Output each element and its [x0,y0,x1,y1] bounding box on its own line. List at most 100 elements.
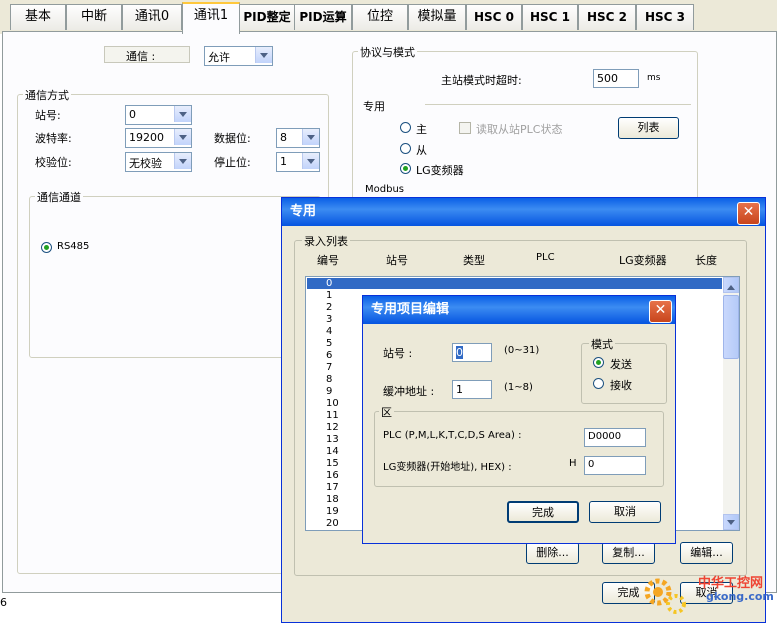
list-item[interactable]: 17 [326,482,339,493]
comm-mode-title: 通信方式 [23,87,71,103]
master-timeout-unit: ms [647,73,661,83]
list-item[interactable]: 14 [326,446,339,457]
baud-select[interactable]: 19200 [125,128,192,148]
tab-hsc2[interactable]: HSC 2 [578,4,636,30]
stopbits-label: 停止位: [214,156,251,169]
mode-receive-radio[interactable] [593,378,604,389]
separator [425,104,691,105]
mode-receive-label: 接收 [610,379,632,392]
stopbits-select[interactable]: 1 [276,152,320,172]
list-item[interactable]: 20 [326,518,339,529]
list-item[interactable]: 4 [326,326,332,337]
selected-row-highlight [307,278,722,289]
list-item[interactable]: 11 [326,410,339,421]
edit-dialog-titlebar: 专用项目编辑 [363,296,675,324]
list-item[interactable]: 6 [326,350,332,361]
edit-cancel-button[interactable]: 取消 [589,501,661,523]
list-button[interactable]: 列表 [618,117,679,139]
parity-value: 无校验 [129,157,162,170]
tab-basic[interactable]: 基本 [10,4,66,30]
list-item[interactable]: 10 [326,398,339,409]
master-timeout-input[interactable]: 500 [593,69,639,88]
comm-enable-label: 通信 : [126,50,156,63]
plc-area-input[interactable]: D0000 [584,428,646,447]
chevron-down-icon[interactable] [174,129,191,145]
master-radio[interactable] [400,122,411,133]
chevron-down-icon[interactable] [174,106,191,122]
mode-send-radio[interactable] [593,357,604,368]
tab-pid-calc[interactable]: PID运算 [294,4,352,30]
tab-pid-tuning[interactable]: PID整定 [239,4,295,30]
databits-label: 数据位: [214,132,251,145]
comm-enable-select[interactable]: 允许 [204,46,273,66]
dedicated-dialog-title: 专用 [290,204,317,219]
edit-station-input[interactable]: 0 [452,343,492,362]
chevron-down-icon[interactable] [174,153,191,169]
edit-button[interactable]: 编辑... [680,542,733,564]
tab-comm0[interactable]: 通讯0 [122,4,182,30]
read-slave-status-checkbox[interactable] [459,122,471,134]
list-item[interactable]: 8 [326,374,332,385]
lg-inverter-label: LG变频器 [416,164,464,177]
databits-select[interactable]: 8 [276,128,320,148]
col-lg-inverter: LG变频器 [619,254,667,267]
station-select[interactable]: 0 [125,105,192,125]
close-icon[interactable]: ✕ [649,300,672,323]
parity-label: 校验位: [35,156,72,169]
list-item[interactable]: 3 [326,314,332,325]
chevron-down-icon[interactable] [255,47,272,63]
slave-radio[interactable] [400,143,411,154]
tab-hsc0[interactable]: HSC 0 [466,4,522,30]
list-item[interactable]: 16 [326,470,339,481]
lg-inverter-radio[interactable] [400,163,411,174]
tab-hsc1[interactable]: HSC 1 [522,4,578,30]
list-item[interactable]: 5 [326,338,332,349]
lg-start-input[interactable]: 0 [584,456,646,475]
list-item[interactable]: 9 [326,386,332,397]
tab-hsc3[interactable]: HSC 3 [636,4,694,30]
list-item[interactable]: 7 [326,362,332,373]
stopbits-value: 1 [280,155,287,168]
edit-dialog: 专用项目编辑 ✕ 站号 : 0 (0~31) 缓冲地址 : 1 (1~8) 模式… [362,295,676,544]
list-item[interactable]: 12 [326,422,339,433]
slave-radio-label: 从 [416,144,427,157]
modbus-label: Modbus [365,184,404,195]
tab-comm1[interactable]: 通讯1 [182,2,240,34]
scroll-down-icon[interactable] [723,514,739,530]
edit-station-value: 0 [456,346,463,359]
footer-fragment: 6 [0,596,7,609]
tab-bar: 基本 中断 通讯0 通讯1 PID整定 PID运算 位控 模拟量 HSC 0 H… [0,0,777,34]
chevron-down-icon[interactable] [302,153,319,169]
list-item[interactable]: 0 [326,278,332,289]
copy-button[interactable]: 复制... [602,542,655,564]
list-item[interactable]: 1 [326,290,332,301]
tab-interrupt[interactable]: 中断 [66,4,122,30]
mode-title: 模式 [589,336,615,352]
edit-buffer-input[interactable]: 1 [452,380,492,399]
list-item[interactable]: 15 [326,458,339,469]
rs485-radio[interactable] [41,242,52,253]
plc-area-value: D0000 [588,431,622,442]
chevron-down-icon[interactable] [302,129,319,145]
edit-finish-button[interactable]: 完成 [507,501,579,523]
col-length: 长度 [695,254,717,267]
edit-station-label: 站号 : [383,347,413,360]
tab-analog[interactable]: 模拟量 [408,4,466,30]
watermark-text: 中华工控网 [698,576,764,591]
list-item[interactable]: 19 [326,506,339,517]
parity-select[interactable]: 无校验 [125,152,192,172]
list-item[interactable]: 2 [326,302,332,313]
tab-position[interactable]: 位控 [352,4,408,30]
scroll-up-icon[interactable] [723,277,739,293]
list-item[interactable]: 13 [326,434,339,445]
area-title: 区 [379,404,394,420]
edit-station-range: (0~31) [504,345,540,356]
dedicated-dialog-titlebar: 专用 [282,198,765,226]
vertical-scrollbar[interactable] [723,277,739,530]
delete-button[interactable]: 删除... [526,542,579,564]
list-item[interactable]: 18 [326,494,339,505]
close-icon[interactable]: ✕ [737,202,760,225]
baud-label: 波特率: [35,132,72,145]
lg-start-label: LG变频器(开始地址), HEX) : [383,462,512,473]
scroll-thumb[interactable] [723,295,739,359]
